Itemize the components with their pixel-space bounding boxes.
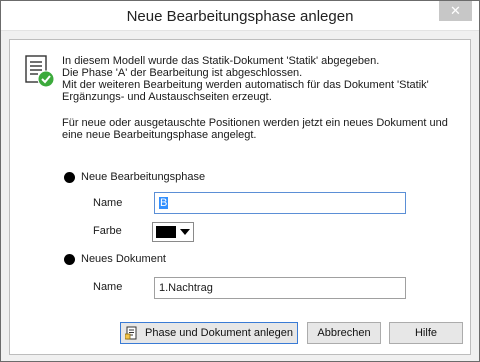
phase-color-label: Farbe (93, 225, 122, 237)
info-line: eine neue Bearbeitungsphase angelegt. (62, 129, 257, 141)
dialog-window: Neue Bearbeitungsphase anlegen ✕ In dies… (0, 0, 480, 362)
info-line: Ergänzungs- und Austauschseiten erzeugt. (62, 91, 272, 103)
title-bar[interactable]: Neue Bearbeitungsphase anlegen ✕ (1, 1, 479, 31)
info-line: Mit der weiteren Bearbeitung werden auto… (62, 79, 429, 91)
color-dropdown[interactable] (152, 222, 194, 242)
close-button[interactable]: ✕ (439, 1, 472, 21)
document-name-input[interactable]: 1.Nachtrag (154, 277, 406, 299)
chevron-down-icon (180, 229, 190, 235)
info-line: Für neue oder ausgetauschte Positionen w… (62, 117, 448, 129)
radio-new-document[interactable]: Neues Dokument (64, 253, 166, 265)
document-name-label: Name (93, 281, 123, 293)
radio-bullet (64, 253, 75, 265)
create-phase-document-button[interactable]: Phase und Dokument anlegen (120, 322, 298, 344)
info-text: In diesem Modell wurde das Statik-Dokume… (62, 55, 462, 141)
radio-new-phase[interactable]: Neue Bearbeitungsphase (64, 171, 205, 183)
document-check-icon (25, 55, 55, 88)
cancel-button[interactable]: Abbrechen (307, 322, 381, 344)
info-line: In diesem Modell wurde das Statik-Dokume… (62, 55, 380, 67)
document-name-value: 1.Nachtrag (159, 282, 213, 294)
window-title: Neue Bearbeitungsphase anlegen (126, 8, 354, 25)
help-button-label: Hilfe (414, 327, 437, 339)
selected-text: B (159, 197, 169, 209)
info-line: Die Phase 'A' der Bearbeitung ist abgesc… (62, 67, 303, 79)
close-icon: ✕ (450, 3, 461, 18)
document-add-icon (125, 326, 137, 340)
phase-name-label: Name (93, 197, 123, 209)
radio-new-phase-label: Neue Bearbeitungsphase (81, 171, 206, 183)
phase-name-input[interactable]: B (154, 192, 406, 214)
help-button[interactable]: Hilfe (389, 322, 463, 344)
radio-new-document-label: Neues Dokument (81, 253, 166, 265)
create-button-label: Phase und Dokument anlegen (145, 327, 293, 339)
cancel-button-label: Abbrechen (317, 327, 371, 339)
color-swatch (156, 226, 176, 238)
radio-bullet (64, 171, 75, 183)
dialog-content: In diesem Modell wurde das Statik-Dokume… (9, 39, 471, 355)
